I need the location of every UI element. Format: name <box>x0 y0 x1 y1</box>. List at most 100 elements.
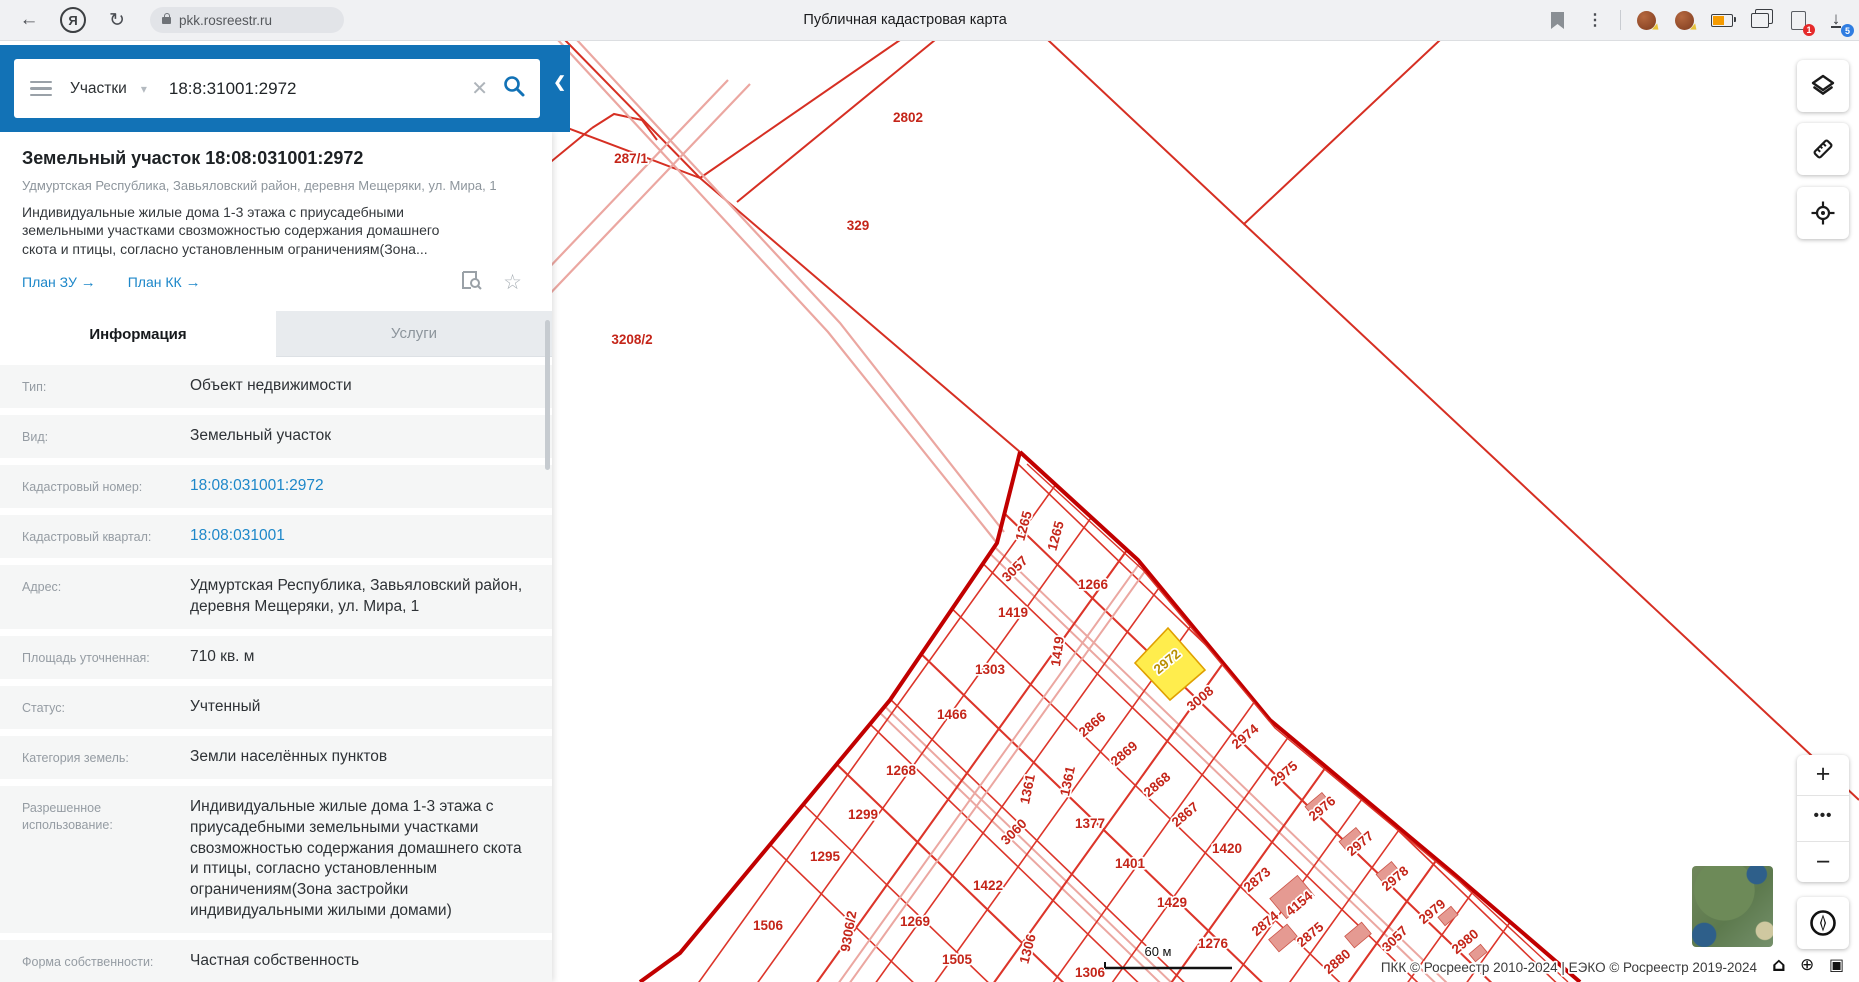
parcel-label: 2977 <box>1344 828 1377 859</box>
downloads-icon[interactable]: ↓ 5 <box>1823 7 1854 37</box>
tab-services[interactable]: Услуги <box>276 311 552 358</box>
parcel-label: 1505 <box>942 952 973 967</box>
zoom-out-button[interactable]: − <box>1797 841 1849 882</box>
parcel-label: 1401 <box>1115 856 1146 871</box>
parcel-label: 3057 <box>1379 923 1411 955</box>
parcel-label: 2802 <box>893 110 923 125</box>
alert-badge: 1 <box>1803 24 1815 36</box>
lock-icon <box>162 12 171 24</box>
row-value: Удмуртская Республика, Завьяловский райо… <box>190 577 523 616</box>
sidebar-scrollbar[interactable] <box>545 320 550 470</box>
row-value: Земельный участок <box>190 427 332 445</box>
zoom-more-button[interactable]: ••• <box>1797 794 1849 842</box>
alert-document-icon[interactable]: 1 <box>1785 7 1815 36</box>
home-icon[interactable]: ⌂ <box>1772 956 1786 975</box>
chevron-down-icon[interactable]: ▾ <box>141 82 147 96</box>
parcel-label: 1265 <box>1045 519 1067 552</box>
parcel-label: 1306 <box>1075 965 1106 980</box>
object-description: Индивидуальные жилые дома 1-3 этажа с пр… <box>22 204 440 257</box>
toolbar-right: ⋮ 1 ↓ 5 <box>1532 7 1859 37</box>
layers-button[interactable] <box>1797 60 1849 112</box>
parcel-label: 1466 <box>937 707 968 722</box>
fullscreen-icon[interactable]: ▣ <box>1829 957 1844 973</box>
parcel-label: ПКК © Росреестр 2010-2024 | ЕЭКО © Росре… <box>1381 960 1758 975</box>
info-row: Статус: Учтенный <box>0 685 552 729</box>
info-row: Вид: Земельный участок <box>0 415 552 459</box>
screen: { "browser": { "url": "pkk.rosreestr.ru"… <box>0 0 1859 982</box>
browser-logo-icon[interactable]: Я <box>58 5 88 35</box>
row-label: Площадь уточненная: <box>22 650 150 665</box>
battery-icon[interactable] <box>1709 7 1736 33</box>
row-label: Разрешенное использование: <box>22 800 113 832</box>
parcel-label: 3208/2 <box>611 332 652 347</box>
info-row: Адрес: Удмуртская Республика, Завьяловски… <box>0 565 552 629</box>
toolbar-divider <box>1620 10 1621 30</box>
layers-icon <box>1811 74 1835 96</box>
extension-icon-2[interactable] <box>1671 7 1697 33</box>
extension-icon-1[interactable] <box>1633 7 1659 33</box>
compass-button[interactable] <box>1797 897 1849 949</box>
parcel-label: 1299 <box>848 807 878 822</box>
plan-links-row: План ЗУ → План КК → ☆ <box>22 270 530 295</box>
parcel-label: 2875 <box>1294 919 1327 950</box>
parcel-label: 1420 <box>1212 841 1242 856</box>
row-value: Индивидуальные жилые дома 1-3 этажа с пр… <box>190 797 522 920</box>
row-label: Вид: <box>22 430 49 445</box>
reload-button[interactable]: ↻ <box>102 5 132 35</box>
parcel-label: 1269 <box>900 914 930 929</box>
search-icon[interactable] <box>502 74 526 103</box>
row-label: Статус: <box>22 700 65 715</box>
parcel-label: 2866 <box>1076 709 1109 740</box>
row-label: Категория земель: <box>22 750 129 765</box>
clear-search-icon[interactable]: ✕ <box>471 76 488 101</box>
ruler-icon <box>1813 139 1833 159</box>
parcel-label: 2880 <box>1321 946 1354 977</box>
overview-minimap[interactable] <box>1692 866 1773 947</box>
page-title: Публичная кадастровая карта <box>803 12 1007 28</box>
marker-button[interactable] <box>1797 187 1849 239</box>
tabs-panel-icon[interactable] <box>1747 7 1773 33</box>
plan-kk-link[interactable]: План КК → <box>128 274 201 291</box>
plan-zu-link[interactable]: План ЗУ → <box>22 274 96 291</box>
object-title: Земельный участок 18:08:031001:2972 <box>22 148 364 168</box>
tab-information[interactable]: Информация <box>0 311 276 358</box>
parcel-label: 1361 <box>1057 764 1078 797</box>
row-value: Земли населённых пунктов <box>190 747 388 765</box>
parcel-label: 1265 <box>1013 509 1035 542</box>
row-value: Учтенный <box>190 697 261 715</box>
browser-toolbar: ← Я ↻ pkk.rosreestr.ru Публичная кадастр… <box>0 0 1859 41</box>
parcel-label: 1303 <box>975 662 1006 677</box>
address-bar[interactable]: pkk.rosreestr.ru <box>150 7 344 33</box>
info-sidebar: Земельный участок 18:08:031001:2972 Удму… <box>0 132 552 982</box>
parcel-label: 60 м <box>1144 944 1171 959</box>
search-panel: Участки ▾ ✕ ❮ <box>0 45 570 132</box>
info-row: Разрешенное использование: Индивидуальные… <box>0 785 552 934</box>
info-row: Тип: Объект недвижимости <box>0 365 552 409</box>
parcel-label: 1361 <box>1017 772 1038 805</box>
back-button[interactable]: ← <box>14 5 44 35</box>
locate-icon[interactable]: ⊕ <box>1800 957 1814 974</box>
collapse-panel-icon[interactable]: ❮ <box>553 73 566 91</box>
row-label: Адрес: <box>22 580 62 595</box>
row-label: Тип: <box>22 380 47 395</box>
menu-hamburger-icon[interactable] <box>30 77 52 101</box>
favorite-star-icon[interactable]: ☆ <box>503 270 522 295</box>
header-icons: ☆ <box>441 270 530 295</box>
row-value-link[interactable]: 18:08:031001 <box>190 526 552 547</box>
parcel-label: 1422 <box>973 878 1003 893</box>
search-category-dropdown[interactable]: Участки <box>70 80 127 98</box>
menu-kebab-icon[interactable]: ⋮ <box>1582 7 1608 33</box>
plan-view-icon[interactable] <box>461 270 483 295</box>
parcel-label: 9306/2 <box>838 910 860 953</box>
zoom-in-button[interactable]: + <box>1797 755 1849 795</box>
parcel-label: 3008 <box>1184 683 1217 714</box>
parcel-label: 1268 <box>886 763 917 778</box>
bookmark-icon[interactable] <box>1544 7 1570 33</box>
parcel-label: 287/1 <box>614 151 648 166</box>
info-rows: Тип: Объект недвижимости Вид: Земельный уча… <box>0 357 552 982</box>
row-value: Частная собственность <box>190 952 360 970</box>
row-label: Кадастровый квартал: <box>22 530 152 545</box>
ruler-button[interactable] <box>1797 123 1849 175</box>
row-value-link[interactable]: 18:08:031001:2972 <box>190 476 552 497</box>
search-input[interactable] <box>166 77 401 100</box>
